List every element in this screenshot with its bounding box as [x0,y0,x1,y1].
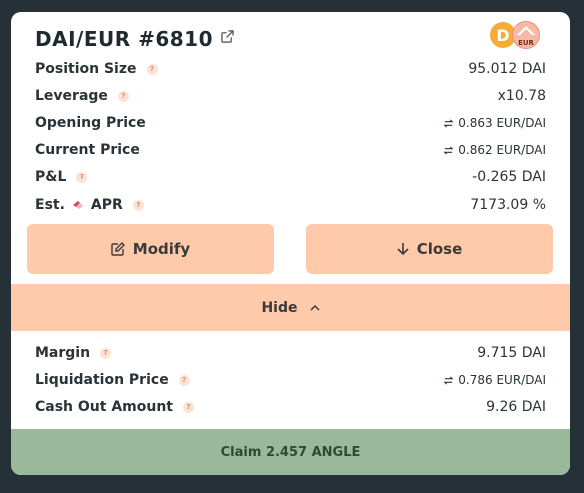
close-label: Close [416,240,463,258]
apr-value: 7173.09 % [470,197,546,213]
chevron-up-icon [309,304,320,311]
opening-price-row: Opening Price 0.863 EUR/DAI [35,112,546,134]
current-price-label: Current Price [35,142,140,158]
hide-details-button[interactable]: Hide [11,284,570,331]
opening-price-label: Opening Price [35,115,146,131]
modify-button[interactable]: Modify [27,224,274,274]
current-price-row: Current Price 0.862 EUR/DAI [35,139,546,161]
position-size-row: Position Size ? 95.012 DAI [35,58,546,80]
external-link-icon[interactable] [221,29,234,43]
pnl-row: P&L ? -0.265 DAI [35,166,546,188]
pnl-label: P&L [35,169,67,185]
help-icon[interactable]: ? [183,401,194,413]
help-icon[interactable]: ? [100,347,112,359]
help-icon[interactable]: ? [76,171,88,183]
pnl-value: -0.265 DAI [472,169,546,185]
swap-icon[interactable] [443,375,454,386]
modify-label: Modify [132,240,191,258]
margin-label: Margin [35,345,91,361]
eur-token-icon: EUR [512,21,540,49]
arrow-down-icon [397,243,409,256]
close-button[interactable]: Close [306,224,553,274]
cash-out-value: 9.26 DAI [486,399,546,415]
help-icon[interactable]: ? [178,374,190,386]
current-price-value: 0.862 EUR/DAI [458,143,546,157]
eur-token-label: EUR [518,39,534,47]
margin-value: 9.715 DAI [477,345,546,361]
liquidation-price-row: Liquidation Price ? 0.786 EUR/DAI [35,369,546,391]
apr-row: Est. APR ? 7173.09 % [35,194,546,216]
cash-out-label: Cash Out Amount [35,399,173,415]
apr-label: APR [90,197,123,213]
swap-icon[interactable] [443,145,454,156]
position-size-label: Position Size [35,61,137,77]
margin-row: Margin ? 9.715 DAI [35,342,546,364]
help-icon[interactable]: ? [132,199,144,211]
position-title: DAI/EUR #6810 [35,27,214,51]
token-pair-icons: D EUR [490,21,546,51]
leverage-label: Leverage [35,88,108,104]
liquidation-price-value: 0.786 EUR/DAI [458,373,546,387]
swap-icon[interactable] [443,118,454,129]
position-card: DAI/EUR #6810 D EUR Position Size ? 95.0… [11,12,570,475]
leverage-row: Leverage ? x10.78 [35,85,546,107]
apr-label-prefix: Est. [35,197,65,213]
liquidation-price-label: Liquidation Price [35,372,169,388]
cash-out-row: Cash Out Amount ? 9.26 DAI [35,396,546,418]
claim-label: Claim 2.457 ANGLE [220,444,361,460]
position-header: DAI/EUR #6810 [35,22,234,56]
reward-token-icon [72,201,83,209]
help-icon[interactable]: ? [117,90,129,102]
help-icon[interactable]: ? [146,63,158,75]
opening-price-value: 0.863 EUR/DAI [458,116,546,130]
position-size-value: 95.012 DAI [468,61,546,77]
leverage-value: x10.78 [497,88,546,104]
claim-button[interactable]: Claim 2.457 ANGLE [11,429,570,475]
edit-icon [111,242,125,256]
hide-label: Hide [261,299,298,316]
